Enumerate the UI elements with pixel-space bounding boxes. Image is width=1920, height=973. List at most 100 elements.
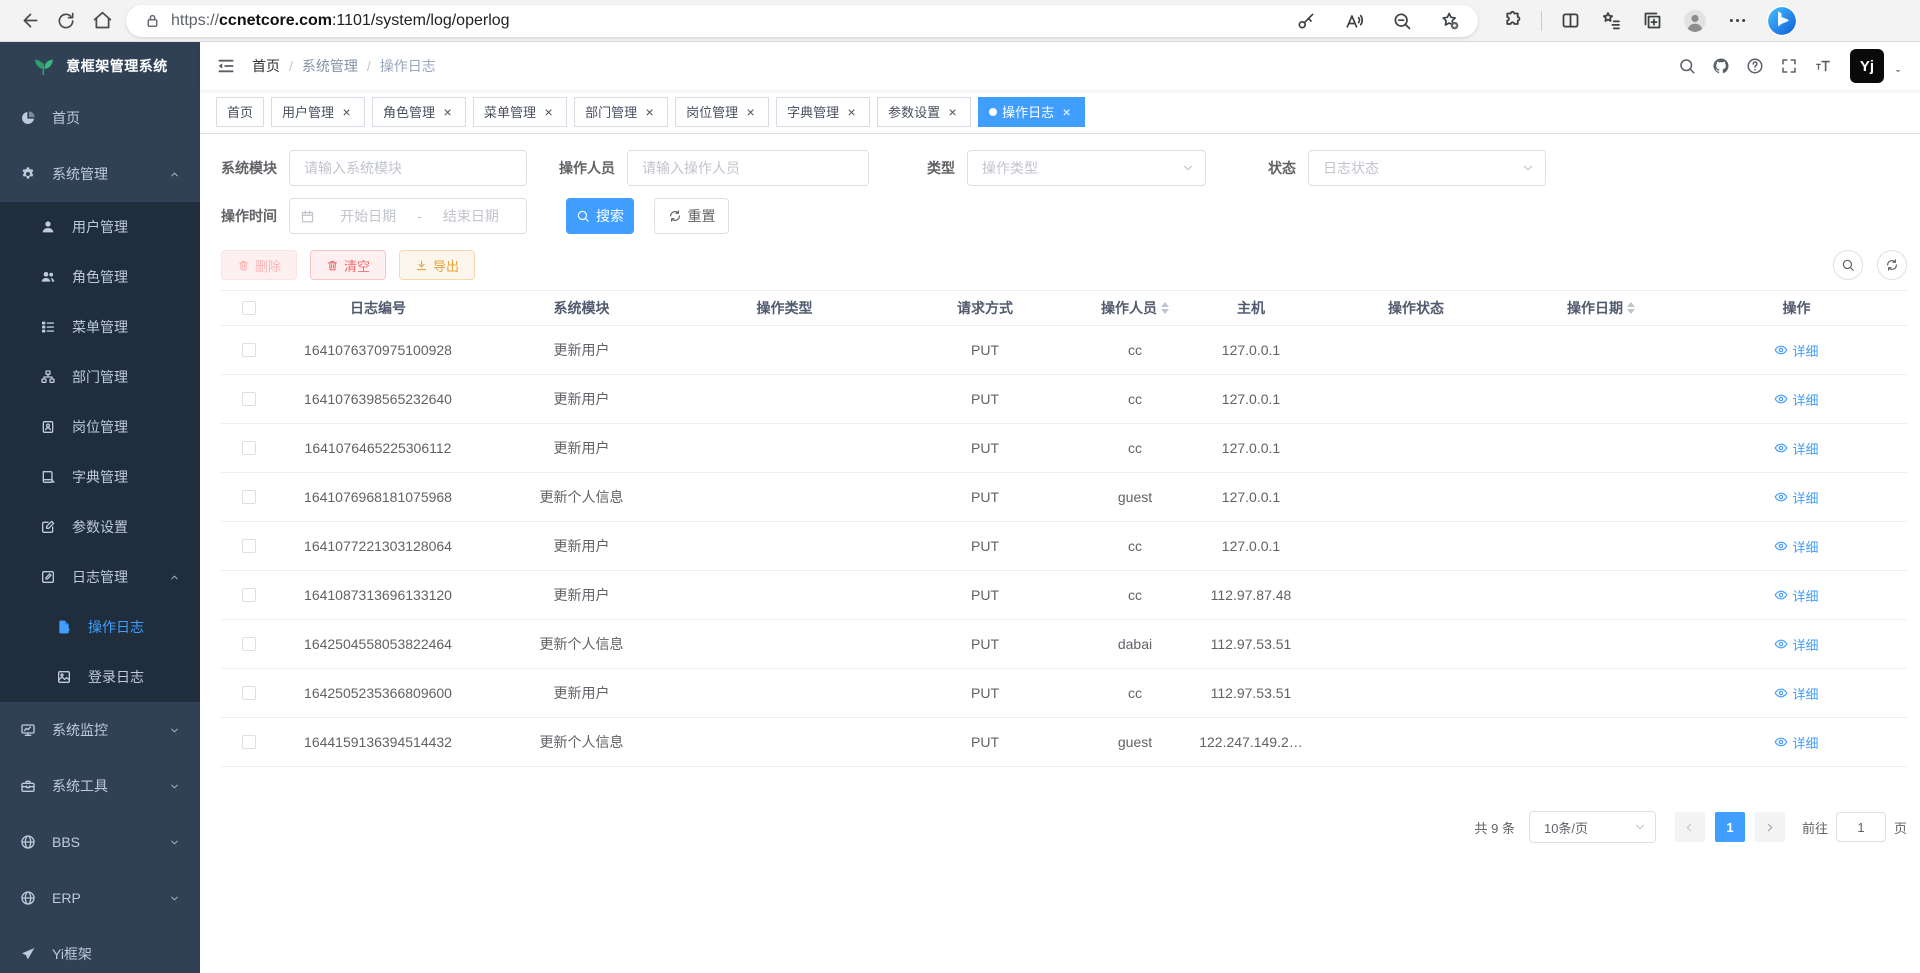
tab[interactable]: 参数设置× xyxy=(877,97,971,127)
sidebar-item[interactable]: 字典管理 xyxy=(0,452,200,502)
page-refresh-button[interactable] xyxy=(48,4,84,38)
tab[interactable]: 岗位管理× xyxy=(675,97,769,127)
key-icon[interactable] xyxy=(1296,11,1316,31)
close-icon[interactable]: × xyxy=(541,104,556,119)
sidebar-item[interactable]: 操作日志 xyxy=(0,602,200,652)
sort-icon[interactable] xyxy=(1627,302,1635,314)
help-icon[interactable] xyxy=(1746,57,1764,75)
detail-link[interactable]: 详细 xyxy=(1774,733,1818,752)
close-icon[interactable]: × xyxy=(945,104,960,119)
row-checkbox[interactable] xyxy=(242,392,256,406)
column-label: 操作类型 xyxy=(757,298,813,318)
favorites-icon[interactable] xyxy=(1601,10,1622,31)
prev-page-button[interactable] xyxy=(1675,812,1705,842)
sidebar-item[interactable]: 系统工具 xyxy=(0,758,200,814)
detail-link[interactable]: 详细 xyxy=(1774,488,1818,507)
clear-button[interactable]: 清空 xyxy=(310,250,386,280)
close-icon[interactable]: × xyxy=(1059,104,1074,119)
show-search-button[interactable] xyxy=(1833,250,1863,280)
home-button[interactable] xyxy=(84,4,120,38)
row-checkbox[interactable] xyxy=(242,686,256,700)
select-all-checkbox[interactable] xyxy=(242,301,256,315)
font-size-icon[interactable] xyxy=(1814,57,1832,75)
sidebar-item[interactable]: 菜单管理 xyxy=(0,302,200,352)
goto-page-input[interactable] xyxy=(1836,812,1886,842)
date-range-input[interactable]: 开始日期 - 结束日期 xyxy=(289,198,527,234)
row-checkbox[interactable] xyxy=(242,490,256,504)
page-size-select[interactable]: 10条/页 xyxy=(1529,811,1656,843)
sidebar-item[interactable]: 系统管理 xyxy=(0,146,200,202)
sidebar-item[interactable]: 岗位管理 xyxy=(0,402,200,452)
sidebar-item[interactable]: 系统监控 xyxy=(0,702,200,758)
refresh-table-button[interactable] xyxy=(1877,250,1907,280)
tab[interactable]: 角色管理× xyxy=(372,97,466,127)
detail-link[interactable]: 详细 xyxy=(1774,439,1818,458)
back-button[interactable] xyxy=(12,4,48,38)
next-page-button[interactable] xyxy=(1755,812,1785,842)
search-icon[interactable] xyxy=(1678,57,1696,75)
sidebar-item[interactable]: 首页 xyxy=(0,90,200,146)
delete-button[interactable]: 删除 xyxy=(221,250,297,280)
row-checkbox[interactable] xyxy=(242,637,256,651)
read-aloud-icon[interactable] xyxy=(1344,11,1364,31)
lock-icon[interactable] xyxy=(144,12,161,29)
tab[interactable]: 用户管理× xyxy=(271,97,365,127)
row-checkbox[interactable] xyxy=(242,441,256,455)
detail-link[interactable]: 详细 xyxy=(1774,684,1818,703)
detail-link[interactable]: 详细 xyxy=(1774,586,1818,605)
user-avatar[interactable]: Yj xyxy=(1850,49,1884,83)
breadcrumb-home[interactable]: 首页 xyxy=(252,56,280,76)
page-number-1[interactable]: 1 xyxy=(1715,812,1745,842)
export-button[interactable]: 导出 xyxy=(399,250,475,280)
operator-input[interactable] xyxy=(627,150,869,186)
sidebar-item[interactable]: BBS xyxy=(0,814,200,870)
detail-link[interactable]: 详细 xyxy=(1774,635,1818,654)
sidebar-item[interactable]: ERP xyxy=(0,870,200,926)
sidebar-item[interactable]: 角色管理 xyxy=(0,252,200,302)
search-button[interactable]: 搜索 xyxy=(566,198,634,234)
browser-profile-avatar[interactable] xyxy=(1683,9,1707,33)
sidebar-item[interactable]: Yi框架 xyxy=(0,926,200,973)
github-icon[interactable] xyxy=(1712,57,1730,75)
detail-link[interactable]: 详细 xyxy=(1774,341,1818,360)
row-checkbox[interactable] xyxy=(242,539,256,553)
module-input[interactable] xyxy=(289,150,527,186)
sort-icon[interactable] xyxy=(1161,302,1169,314)
reset-button[interactable]: 重置 xyxy=(654,198,729,234)
type-select[interactable]: 操作类型 xyxy=(967,150,1206,186)
tab[interactable]: 菜单管理× xyxy=(473,97,567,127)
tab[interactable]: 操作日志× xyxy=(978,97,1085,127)
close-icon[interactable]: × xyxy=(440,104,455,119)
tab[interactable]: 部门管理× xyxy=(574,97,668,127)
address-bar[interactable]: https://ccnetcore.com:1101/system/log/op… xyxy=(126,5,1478,37)
status-select[interactable]: 日志状态 xyxy=(1308,150,1546,186)
table-cell xyxy=(221,343,276,357)
detail-link[interactable]: 详细 xyxy=(1774,390,1818,409)
collections-icon[interactable] xyxy=(1642,10,1663,31)
close-icon[interactable]: × xyxy=(339,104,354,119)
sidebar-item[interactable]: 日志管理 xyxy=(0,552,200,602)
sidebar-item[interactable]: 登录日志 xyxy=(0,652,200,702)
bing-chat-icon[interactable] xyxy=(1766,5,1798,37)
close-icon[interactable]: × xyxy=(642,104,657,119)
more-options-icon[interactable] xyxy=(1727,10,1748,31)
split-screen-icon[interactable] xyxy=(1560,10,1581,31)
caret-down-icon[interactable] xyxy=(1892,65,1904,77)
close-icon[interactable]: × xyxy=(743,104,758,119)
tab[interactable]: 字典管理× xyxy=(776,97,870,127)
tab[interactable]: 首页 xyxy=(216,97,264,127)
sidebar-item[interactable]: 用户管理 xyxy=(0,202,200,252)
sidebar-item[interactable]: 参数设置 xyxy=(0,502,200,552)
fullscreen-icon[interactable] xyxy=(1780,57,1798,75)
close-icon[interactable]: × xyxy=(844,104,859,119)
sidebar-item[interactable]: 部门管理 xyxy=(0,352,200,402)
row-checkbox[interactable] xyxy=(242,343,256,357)
app-logo[interactable]: 意框架管理系统 xyxy=(0,42,200,90)
zoom-out-icon[interactable] xyxy=(1392,11,1412,31)
extensions-icon[interactable] xyxy=(1502,10,1523,31)
favorite-add-icon[interactable] xyxy=(1440,11,1460,31)
sidebar-fold-icon[interactable] xyxy=(216,56,236,76)
row-checkbox[interactable] xyxy=(242,588,256,602)
detail-link[interactable]: 详细 xyxy=(1774,537,1818,556)
row-checkbox[interactable] xyxy=(242,735,256,749)
